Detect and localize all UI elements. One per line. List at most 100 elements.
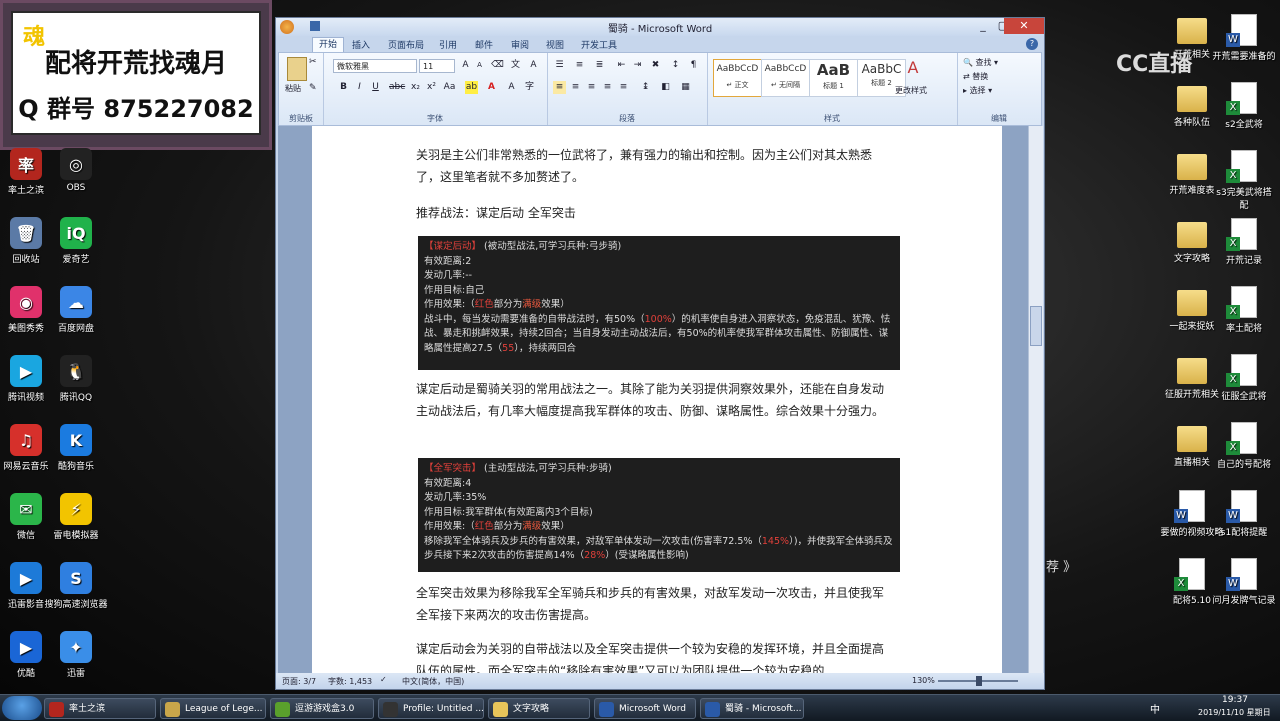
tab-home[interactable]: 开始 (312, 37, 345, 53)
close-button[interactable]: ✕ (1004, 18, 1044, 34)
clock-date[interactable]: 2019/11/10 星期日 (1198, 707, 1271, 718)
page-indicator[interactable]: 页面: 3/7 (282, 676, 316, 687)
justify-icon[interactable]: ≡ (601, 81, 614, 94)
taskbar-button[interactable]: 逗游游戏盒3.0 (270, 698, 374, 719)
phonetic-icon[interactable]: 文 (509, 59, 522, 72)
clear-format-icon[interactable]: ⌫ (491, 59, 504, 72)
zoom-slider-thumb[interactable] (976, 676, 982, 686)
char-border-icon[interactable]: A (527, 59, 540, 72)
taskbar-button[interactable]: 蜀骑 - Microsoft... (700, 698, 804, 719)
styles-group: AaBbCcD ↵ 正文 AaBbCcD ↵ 无间隔 AaB 标题 1 AaBbC 标题 2 … (707, 53, 958, 125)
scroll-thumb[interactable] (1030, 306, 1042, 346)
desktop-icon[interactable]: iQ 爱奇艺 (44, 217, 108, 265)
grow-font-icon[interactable]: A (459, 59, 472, 72)
tab-layout[interactable]: 页面布局 (388, 38, 424, 51)
show-marks-icon[interactable]: ¶ (687, 59, 700, 72)
desktop-icon[interactable]: ⚡ 雷电模拟器 (44, 493, 108, 541)
taskbar-button[interactable]: 率土之滨 (44, 698, 156, 719)
font-color-icon[interactable]: A (485, 81, 498, 94)
align-right-icon[interactable]: ≡ (585, 81, 598, 94)
cut-icon[interactable]: ✂ (309, 57, 317, 67)
taskbar-button[interactable]: 文字攻略 (488, 698, 590, 719)
decrease-indent-icon[interactable]: ⇤ (615, 59, 628, 72)
align-left-icon[interactable]: ≡ (553, 81, 566, 94)
taskbar-button[interactable]: League of Lege... (160, 698, 266, 719)
folder-icon (1177, 154, 1207, 180)
superscript-icon[interactable]: x² (425, 81, 438, 94)
strikethrough-icon[interactable]: abc (389, 81, 405, 94)
proofing-icon[interactable]: ✓ (380, 675, 387, 684)
start-button[interactable] (2, 696, 42, 720)
chinese-layout-icon[interactable]: ✖ (649, 59, 662, 72)
desktop-icon[interactable]: 开荒需要准备的 (1212, 14, 1276, 62)
desktop-icon[interactable]: s3完美武将搭配 (1212, 150, 1276, 211)
change-case-icon[interactable]: Aa (443, 81, 456, 94)
desktop-icon[interactable]: s1配将提醒 (1212, 490, 1276, 538)
desktop-icon[interactable]: K 酷狗音乐 (44, 424, 108, 472)
find-button[interactable]: 🔍 查找 ▾ (963, 57, 998, 68)
font-name-select[interactable]: 微软雅黑 (333, 59, 417, 73)
taskbar-button[interactable]: Microsoft Word (594, 698, 696, 719)
distributed-icon[interactable]: ≡ (617, 81, 630, 94)
desktop-icon[interactable]: 率土配将 (1212, 286, 1276, 334)
align-center-icon[interactable]: ≡ (569, 81, 582, 94)
select-button[interactable]: ▸ 选择 ▾ (963, 85, 992, 96)
desktop-icon[interactable]: 问月发牌气记录 (1212, 558, 1276, 606)
paste-label[interactable]: 粘贴 (285, 83, 301, 94)
format-painter-icon[interactable]: ✎ (309, 83, 317, 93)
borders-icon[interactable]: ▦ (679, 81, 692, 94)
desktop-icon[interactable]: 自己的号配将 (1212, 422, 1276, 470)
tab-insert[interactable]: 插入 (352, 38, 370, 51)
paste-icon[interactable] (287, 57, 307, 81)
app-icon (493, 702, 508, 717)
tab-mailings[interactable]: 邮件 (475, 38, 493, 51)
language-indicator[interactable]: 中文(简体，中国) (402, 676, 464, 687)
style-name: ↵ 无间隔 (770, 81, 801, 89)
style-preset[interactable]: AaBbCcD ↵ 正文 (713, 59, 762, 97)
shading-icon[interactable]: ◧ (659, 81, 672, 94)
taskbar-button[interactable]: Profile: Untitled ... (378, 698, 484, 719)
document-page[interactable]: 关羽是主公们非常熟悉的一位武将了，兼有强力的输出和控制。因为主公们对其太熟悉了，… (312, 126, 1002, 673)
numbering-icon[interactable]: ≡ (573, 59, 586, 72)
word-count[interactable]: 字数: 1,453 (328, 676, 372, 687)
app-icon: 🐧 (60, 355, 92, 387)
desktop-icon[interactable]: 开荒记录 (1212, 218, 1276, 266)
desktop-icon[interactable]: 🐧 腾讯QQ (44, 355, 108, 403)
desktop-icon[interactable]: ☁ 百度网盘 (44, 286, 108, 334)
change-styles-icon[interactable]: A (903, 60, 923, 81)
vertical-scrollbar[interactable] (1028, 126, 1043, 673)
enclose-char-icon[interactable]: 字 (523, 81, 536, 94)
desktop-icon[interactable]: ◎ OBS (44, 148, 108, 193)
increase-indent-icon[interactable]: ⇥ (631, 59, 644, 72)
underline-icon[interactable]: U (369, 81, 382, 94)
help-icon[interactable]: ? (1026, 38, 1038, 50)
subscript-icon[interactable]: x₂ (409, 81, 422, 94)
line-spacing-icon[interactable]: ↨ (639, 81, 652, 94)
title-bar[interactable]: 蜀骑 - Microsoft Word _ ▢ ✕ (276, 18, 1044, 36)
font-size-select[interactable]: 11 (419, 59, 455, 73)
tab-review[interactable]: 审阅 (511, 38, 529, 51)
bullets-icon[interactable]: ☰ (553, 59, 566, 72)
replace-button[interactable]: ⇄ 替换 (963, 71, 988, 82)
desktop-icon[interactable]: 征服全武将 (1212, 354, 1276, 402)
tab-view[interactable]: 视图 (546, 38, 564, 51)
italic-icon[interactable]: I (353, 81, 366, 94)
style-preset[interactable]: AaB 标题 1 (809, 59, 858, 97)
tab-references[interactable]: 引用 (439, 38, 457, 51)
desktop-icon[interactable]: S 搜狗高速浏览器 (44, 562, 108, 610)
tab-developer[interactable]: 开发工具 (581, 38, 617, 51)
shrink-font-icon[interactable]: A (473, 59, 486, 72)
clock-time[interactable]: 19:37 (1222, 695, 1248, 705)
desktop-icon[interactable]: ✦ 迅雷 (44, 631, 108, 679)
style-preset[interactable]: AaBbCcD ↵ 无间隔 (761, 59, 810, 97)
change-styles-label[interactable]: 更改样式 (895, 85, 927, 96)
zoom-level[interactable]: 130% (912, 676, 935, 685)
sort-icon[interactable]: ↕ (669, 59, 682, 72)
highlight-icon[interactable]: ab (465, 81, 478, 94)
char-shading-icon[interactable]: A (505, 81, 518, 94)
desktop-icon[interactable]: s2全武将 (1212, 82, 1276, 130)
ime-indicator[interactable]: 中 (1150, 701, 1160, 716)
multilevel-icon[interactable]: ≣ (593, 59, 606, 72)
bold-icon[interactable]: B (337, 81, 350, 94)
clipboard-group: 粘贴 ✂ ✎ 剪贴板 (279, 53, 324, 125)
